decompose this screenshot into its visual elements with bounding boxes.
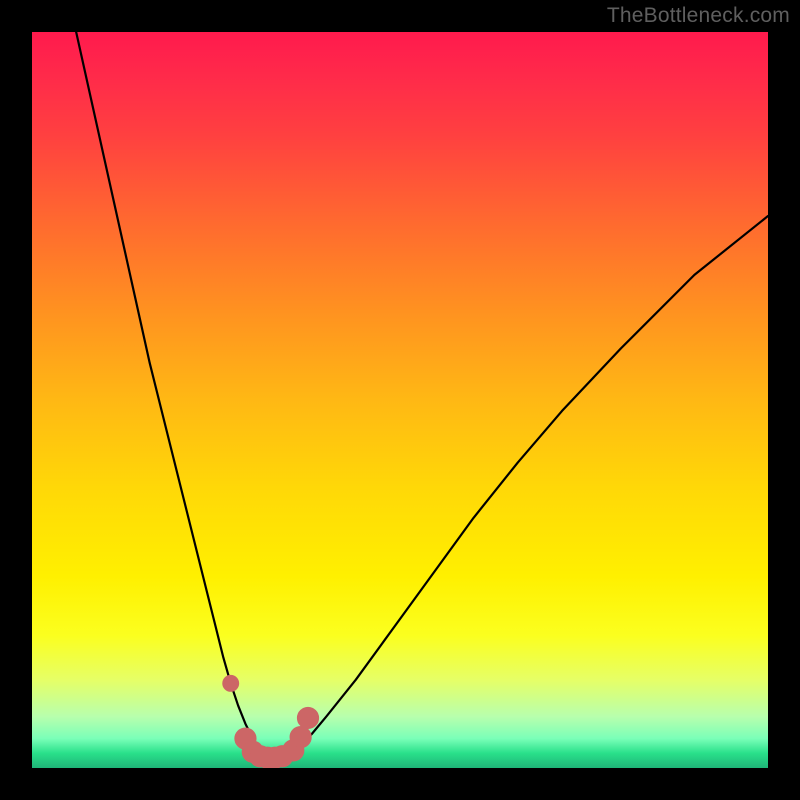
curve-marker [223, 675, 239, 691]
bottleneck-curve [76, 32, 768, 758]
plot-area [32, 32, 768, 768]
curve-marker [297, 707, 318, 728]
attribution-text: TheBottleneck.com [607, 4, 790, 28]
plot-svg [32, 32, 768, 768]
chart-stage: TheBottleneck.com [0, 0, 800, 800]
curve-marker [290, 726, 311, 747]
curve-markers [223, 675, 319, 768]
